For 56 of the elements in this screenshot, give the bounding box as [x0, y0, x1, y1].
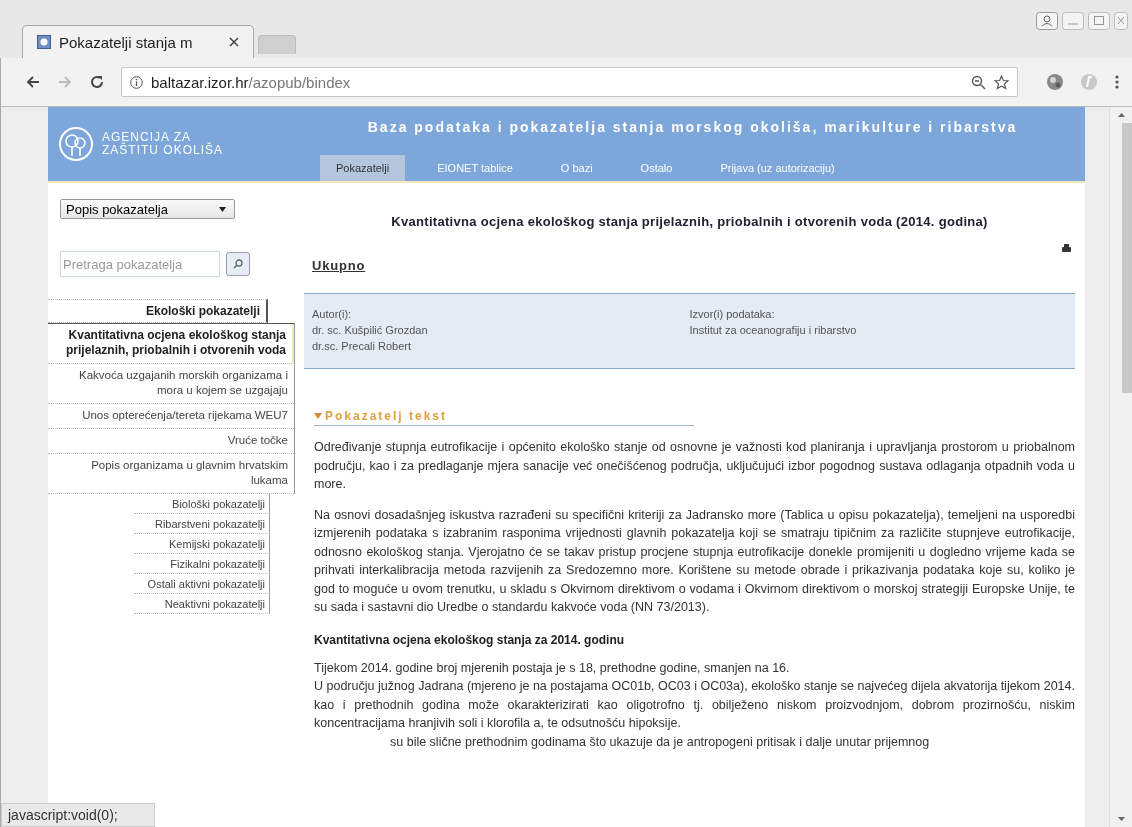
extension-icon[interactable]	[1046, 73, 1064, 91]
logo-icon	[58, 126, 94, 162]
subheading: Kvantitativna ocjena ekološkog stanja za 2014. godinu	[314, 632, 626, 647]
indicator-dropdown[interactable]: Popis pokazatelja	[60, 199, 235, 219]
category-item[interactable]: Ostali aktivni pokazatelji	[134, 574, 270, 594]
reload-icon[interactable]	[89, 74, 105, 90]
collapse-icon[interactable]	[314, 412, 322, 420]
browser-tab[interactable]: Pokazatelji stanja m	[22, 25, 254, 58]
scroll-down-icon[interactable]	[1117, 817, 1125, 821]
menu-icon[interactable]	[1114, 74, 1120, 90]
paragraph: Određivanje stupnja eutrofikacije i općenito ekološko stanje od osnovne je važnosti kod planiranja i upravljanja prostorom u priobalnom području, kao i za predlaganje mjera sanacije već onečišćenog područja, uključujući izbor pogodnog sustava odlaganja otpadnih voda u more.	[314, 439, 1075, 493]
author-name: dr. sc. Kušpilić Grozdan	[312, 323, 429, 338]
category-item[interactable]: Neaktivni pokazatelji	[134, 594, 270, 614]
address-bar[interactable]: baltazar.izor.hr/azopub/bindex	[121, 67, 1018, 97]
star-icon[interactable]	[994, 74, 1009, 90]
search-field[interactable]: Pretraga pokazatelja	[60, 251, 220, 277]
site-title: Baza podataka i pokazatelja stanja morskog okoliša, marikulture i ribarstva	[366, 118, 1019, 135]
category-item[interactable]: Fizikalni pokazatelji	[134, 554, 270, 574]
source-name: Institut za oceanografiju i ribarstvo	[689, 323, 858, 338]
search-button[interactable]	[226, 252, 250, 276]
indicator-link[interactable]: Vruće točke	[48, 429, 294, 454]
category-item[interactable]: Kemijski pokazatelji	[134, 534, 270, 554]
site-icon	[37, 35, 51, 49]
nav-tab[interactable]: Pokazatelji	[320, 155, 406, 181]
info-icon	[130, 75, 143, 89]
status-bar: javascript:void(0);	[1, 803, 155, 827]
paragraph: U području južnog Jadrana (mjereno je na postajama OC01b, OC03 i OC03a), ekološko stanje se najvećeg dijela akvatorija tijekom 2014. kao i prethodnih godina može okarakterizirati kao oligotrofno tj. obilježeno niskom proizvodnjom, dobrom prozirnošću, niskim koncentracijama hranjivih soli i klorofila a, te odsutnošću hipoksije.	[314, 678, 1075, 732]
scroll-up-icon[interactable]	[1117, 113, 1125, 117]
paragraph: Tijekom 2014. godine broj mjerenih postaja je s 18, prethodne godine, smanjen na 16.	[314, 659, 791, 677]
category-item[interactable]: Biološki pokazatelji	[134, 494, 270, 514]
tab-title: Pokazatelji stanja m	[59, 33, 194, 51]
scrollbar-thumb[interactable]	[1122, 123, 1132, 393]
close-icon[interactable]	[229, 37, 239, 47]
zoom-icon[interactable]	[971, 74, 986, 90]
indicator-link[interactable]: Kakvoća uzgajanih morskih organizama i mora u kojem se uzgajaju	[48, 364, 294, 404]
paragraph: su bile slične prethodnim godinama što ukazuje da je antropogeni pritisak i dalje unutar prijemnog	[389, 733, 931, 751]
indicator-link[interactable]: Kvantitativna ocjena ekološkog stanja prijelaznih, priobalnih i otvorenih voda	[48, 324, 294, 364]
search-icon	[233, 259, 243, 269]
author-name: dr.sc. Precali Robert	[312, 339, 413, 354]
source-label: Izvor(i) podataka:	[689, 307, 776, 322]
logo-text: ZAŠTITU OKOLIŠA	[102, 144, 224, 157]
indicator-link[interactable]: Popis organizama u glavnim hrvatskim lukama	[48, 454, 294, 494]
maximize-icon[interactable]	[1088, 12, 1110, 30]
logo-text: AGENCIJA ZA	[102, 131, 192, 144]
authors-label: Autor(i):	[312, 307, 353, 322]
category-item[interactable]: Ribarstveni pokazatelji	[134, 514, 270, 534]
back-icon[interactable]	[25, 74, 41, 90]
paragraph: Na osnovi dosadašnjeg iskustva razrađeni su specifični kriteriji za Jadransko more (Tablica u opisu pokazatelja), temeljeni na usporedbi izmjerenih podataka s izabranim rasponima vrijednosti glavnih pokazatelja koji se smatraju tipičnim za različite stupnjeve eutrofikacije, odnosno ekološkog stanja. Vjerojatno će se takav pristup procjene stupnja eutrofikacije donekle promijeniti u dogledno vrijeme kada se prihvati interkalibracija metoda razvijenih za Sredozemno more. Korištene su metode obrade i prikazivanja podataka koje su, koliko je god to moguće u ovom trenutku, u skladu s Okvirnom direktivom o vodama i Okvirnom direktivom o morskoj strategiji Europske Unije, te su sada i sastavni dio Uredbe o standardu kakvoće voda (NN 73/2013).	[314, 506, 1075, 616]
print-icon[interactable]	[1062, 244, 1071, 252]
url-text: baltazar.izor.hr/azopub/bindex	[151, 73, 351, 91]
dropdown-arrow-icon	[219, 206, 226, 212]
page-title: Kvantitativna ocjena ekološkog stanja prijelaznih, priobalnih i otvorenih voda (2014. godina)	[390, 214, 989, 229]
section-subtitle: Ukupno	[312, 258, 366, 273]
category-item[interactable]: Ekološki pokazatelji	[48, 299, 268, 323]
profile-icon[interactable]	[1036, 12, 1058, 30]
indicator-link[interactable]: Unos opterećenja/tereta rijekama WEU7	[48, 404, 294, 429]
